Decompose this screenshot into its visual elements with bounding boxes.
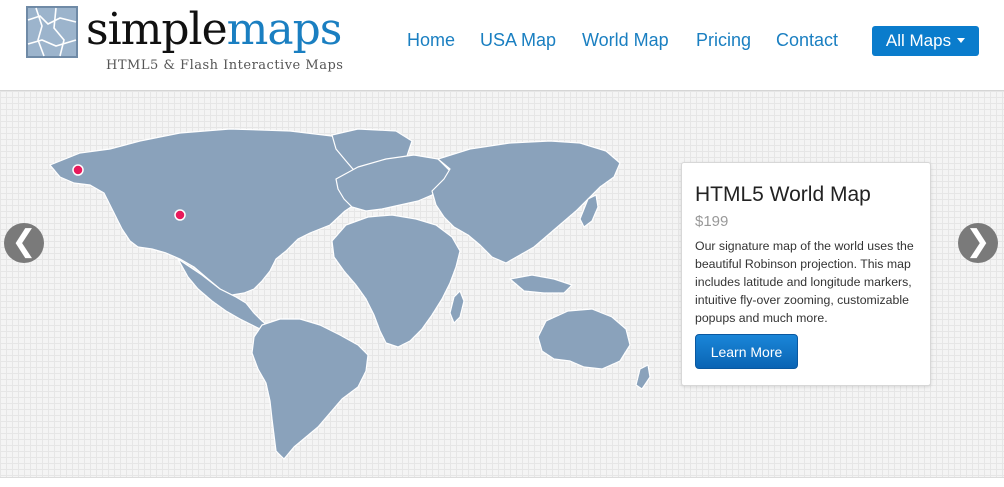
map-region-africa[interactable] (331, 214, 461, 348)
nav-home-link[interactable]: Home (407, 30, 455, 51)
product-card: HTML5 World Map $199 Our signature map o… (681, 162, 931, 386)
world-map[interactable] (40, 128, 670, 460)
hero-slider: ❮ ❯ HTML5 World Map $199 Our signature m… (0, 91, 1004, 477)
product-title: HTML5 World Map (695, 183, 871, 206)
slider-next-button[interactable]: ❯ (958, 223, 998, 263)
map-region-southeast-asia[interactable] (509, 274, 573, 294)
map-marker-anchorage[interactable] (72, 164, 84, 176)
map-region-new-zealand[interactable] (635, 364, 651, 390)
product-description: Our signature map of the world uses the … (695, 239, 914, 325)
map-region-madagascar[interactable] (449, 290, 465, 324)
slider-prev-button[interactable]: ❮ (4, 223, 44, 263)
learn-more-button[interactable]: Learn More (695, 334, 798, 369)
map-region-australia[interactable] (537, 308, 631, 370)
map-region-south-america[interactable] (251, 318, 369, 460)
logo-tagline: HTML5 & Flash Interactive Maps (106, 58, 344, 73)
site-header: simplemaps HTML5 & Flash Interactive Map… (0, 0, 1004, 91)
main-nav: Home USA Map World Map Pricing Contact (0, 30, 1004, 54)
world-map-svg (49, 128, 651, 460)
nav-usa-map-link[interactable]: USA Map (480, 30, 556, 51)
all-maps-dropdown-button[interactable]: All Maps (872, 26, 979, 56)
nav-contact-link[interactable]: Contact (776, 30, 838, 51)
nav-world-map-link[interactable]: World Map (582, 30, 669, 51)
all-maps-label: All Maps (885, 31, 952, 50)
caret-down-icon (957, 38, 966, 43)
map-marker-new-york[interactable] (174, 209, 186, 221)
nav-pricing-link[interactable]: Pricing (696, 30, 751, 51)
product-price: $199 (695, 213, 729, 230)
